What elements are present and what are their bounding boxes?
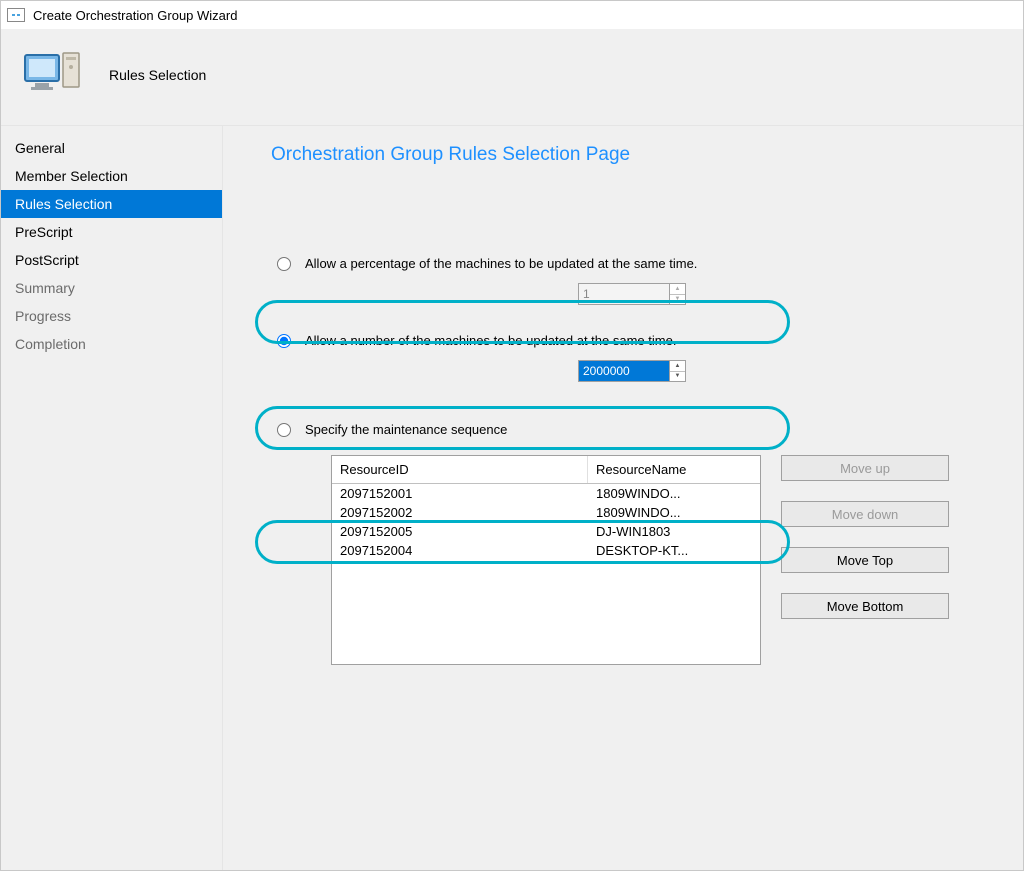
nav-rules-selection[interactable]: Rules Selection xyxy=(1,190,222,218)
move-bottom-button[interactable]: Move Bottom xyxy=(781,593,949,619)
cell-id: 2097152005 xyxy=(332,522,588,541)
option-sequence-radio[interactable] xyxy=(277,423,291,437)
window-title: Create Orchestration Group Wizard xyxy=(33,8,237,23)
col-resource-id[interactable]: ResourceID xyxy=(332,456,588,483)
nav-general[interactable]: General xyxy=(1,134,222,162)
titlebar: Create Orchestration Group Wizard xyxy=(1,1,1023,29)
percent-step-up-icon[interactable]: ▲ xyxy=(670,284,685,295)
cell-name: DESKTOP-KT... xyxy=(588,541,760,560)
number-step-down-icon[interactable]: ▼ xyxy=(670,372,685,382)
move-down-button: Move down xyxy=(781,501,949,527)
content-area: Orchestration Group Rules Selection Page… xyxy=(223,126,1023,870)
move-top-button[interactable]: Move Top xyxy=(781,547,949,573)
option-percent-row: Allow a percentage of the machines to be… xyxy=(271,256,993,271)
col-resource-name[interactable]: ResourceName xyxy=(588,456,760,483)
percent-input[interactable] xyxy=(579,284,669,304)
cell-name: 1809WINDO... xyxy=(588,484,760,503)
percent-spinner[interactable]: ▲ ▼ xyxy=(578,283,686,305)
cell-id: 2097152004 xyxy=(332,541,588,560)
option-number-radio[interactable] xyxy=(277,334,291,348)
table-row[interactable]: 2097152001 1809WINDO... xyxy=(332,484,760,503)
wizard-header: Rules Selection xyxy=(1,29,1023,126)
nav-sidebar: General Member Selection Rules Selection… xyxy=(1,126,223,870)
option-number-label: Allow a number of the machines to be upd… xyxy=(305,333,676,348)
cell-name: 1809WINDO... xyxy=(588,503,760,522)
nav-summary[interactable]: Summary xyxy=(1,274,222,302)
sequence-table[interactable]: ResourceID ResourceName 2097152001 1809W… xyxy=(331,455,761,665)
number-input[interactable] xyxy=(579,361,669,381)
cell-name: DJ-WIN1803 xyxy=(588,522,760,541)
nav-progress[interactable]: Progress xyxy=(1,302,222,330)
page-title: Orchestration Group Rules Selection Page xyxy=(271,144,993,166)
option-number-row: Allow a number of the machines to be upd… xyxy=(271,333,993,348)
option-percent-label: Allow a percentage of the machines to be… xyxy=(305,256,697,271)
move-up-button: Move up xyxy=(781,455,949,481)
percent-step-down-icon[interactable]: ▼ xyxy=(670,295,685,305)
option-sequence-label: Specify the maintenance sequence xyxy=(305,422,507,437)
table-row[interactable]: 2097152002 1809WINDO... xyxy=(332,503,760,522)
system-menu-icon[interactable] xyxy=(7,8,25,22)
table-row[interactable]: 2097152005 DJ-WIN1803 xyxy=(332,522,760,541)
number-spinner[interactable]: ▲ ▼ xyxy=(578,360,686,382)
nav-postscript[interactable]: PostScript xyxy=(1,246,222,274)
cell-id: 2097152002 xyxy=(332,503,588,522)
nav-prescript[interactable]: PreScript xyxy=(1,218,222,246)
header-step-label: Rules Selection xyxy=(109,67,206,83)
cell-id: 2097152001 xyxy=(332,484,588,503)
option-percent-radio[interactable] xyxy=(277,257,291,271)
number-step-up-icon[interactable]: ▲ xyxy=(670,361,685,372)
option-sequence-row: Specify the maintenance sequence xyxy=(271,422,993,437)
wizard-window: Create Orchestration Group Wizard Rules … xyxy=(0,0,1024,871)
table-row[interactable]: 2097152004 DESKTOP-KT... xyxy=(332,541,760,560)
nav-completion[interactable]: Completion xyxy=(1,330,222,358)
wizard-icon xyxy=(21,47,85,103)
nav-member-selection[interactable]: Member Selection xyxy=(1,162,222,190)
